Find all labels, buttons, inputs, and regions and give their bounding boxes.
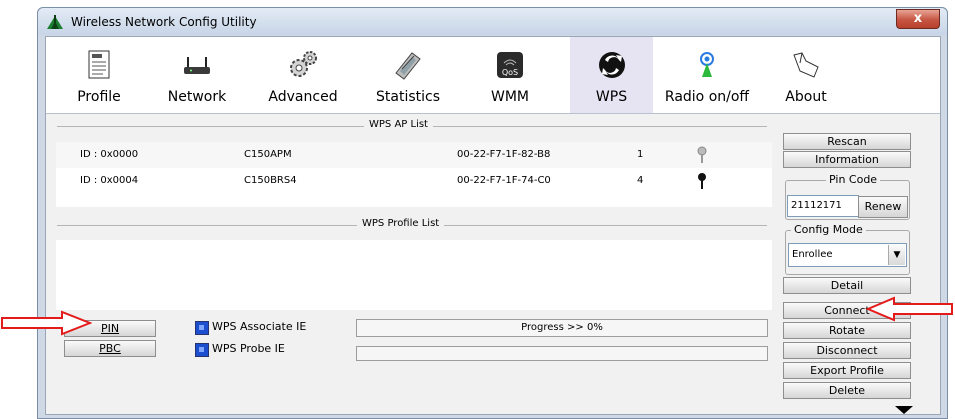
toolbar-label: Statistics [376, 89, 440, 105]
wps-icon [598, 52, 625, 78]
statistics-icon [395, 52, 421, 80]
toolbar-wps[interactable]: WPS [570, 37, 653, 113]
toolbar-statistics[interactable]: Statistics [368, 37, 448, 113]
ap-channel: 1 [637, 149, 644, 160]
wps-probe-ie-checkbox[interactable] [195, 343, 209, 357]
close-button[interactable]: x [896, 9, 940, 29]
scroll-down-icon[interactable] [895, 406, 913, 414]
annotation-arrow-right-icon [1, 310, 92, 336]
ap-channel: 4 [637, 175, 644, 186]
wps-ap-list[interactable]: ID : 0x0000 C150APM 00-22-F7-1F-82-B8 1 … [56, 142, 772, 207]
toolbar-label: About [785, 89, 827, 105]
wps-associate-ie-label: WPS Associate IE [212, 320, 307, 333]
wps-progress-bar: Progress >> 0% [356, 319, 768, 337]
chevron-down-icon[interactable]: ▼ [888, 245, 905, 265]
status-bar [356, 346, 768, 361]
wps-profile-list[interactable] [56, 240, 772, 310]
disconnect-button[interactable]: Disconnect [783, 342, 911, 359]
ap-id: ID : 0x0000 [80, 149, 139, 160]
wireless-app-icon [47, 15, 63, 29]
profile-icon [88, 50, 110, 79]
export-profile-button[interactable]: Export Profile [783, 362, 911, 379]
pin-code-field[interactable]: 21112171 [787, 195, 859, 217]
annotation-arrow-left-icon [866, 296, 953, 322]
profile-list-title: WPS Profile List [357, 218, 445, 229]
toolbar-wmm[interactable]: QoS WMM [470, 37, 550, 113]
wps-probe-ie-label: WPS Probe IE [212, 342, 285, 355]
table-row[interactable]: ID : 0x0004 C150BRS4 00-22-F7-1F-74-C0 4 [56, 168, 772, 194]
pbc-button[interactable]: PBC [64, 340, 156, 357]
rescan-button[interactable]: Rescan [783, 133, 911, 150]
toolbar-label: WMM [490, 89, 529, 105]
network-icon [184, 57, 210, 74]
toolbar-label: Advanced [268, 89, 338, 105]
wmm-qos-icon: QoS [497, 52, 523, 78]
toolbar-radio[interactable]: Radio on/off [658, 37, 756, 113]
delete-button[interactable]: Delete [783, 382, 911, 399]
toolbar-profile[interactable]: Profile [64, 37, 134, 113]
toolbar-label: Network [167, 89, 227, 105]
toolbar-label: WPS [595, 89, 628, 105]
toolbar-about[interactable]: About [773, 37, 839, 113]
wps-associate-ie-checkbox[interactable] [195, 321, 209, 335]
ap-id: ID : 0x0004 [80, 175, 139, 186]
detail-button[interactable]: Detail [783, 277, 911, 294]
ap-bssid: 00-22-F7-1F-82-B8 [457, 149, 551, 160]
table-row[interactable]: ID : 0x0000 C150APM 00-22-F7-1F-82-B8 1 [56, 142, 772, 168]
information-button[interactable]: Information [783, 151, 911, 168]
toolbar-label: Profile [77, 89, 121, 105]
toolbar-network[interactable]: Network [158, 37, 236, 113]
config-mode-select[interactable]: Enrollee ▼ [788, 243, 907, 267]
toolbar-advanced[interactable]: Advanced [260, 37, 346, 113]
window-title: Wireless Network Config Utility [71, 15, 257, 29]
radio-icon [700, 52, 714, 77]
rotate-button[interactable]: Rotate [783, 322, 911, 339]
main-toolbar: Profile Network Advanced Statistics QoS … [46, 37, 940, 114]
svg-text:QoS: QoS [502, 68, 518, 77]
toolbar-label: Radio on/off [664, 89, 750, 105]
config-mode-value: Enrollee [792, 249, 833, 260]
pin-code-legend: Pin Code [826, 173, 881, 186]
ap-ssid: C150BRS4 [244, 175, 297, 186]
title-bar[interactable]: Wireless Network Config Utility x [38, 8, 947, 35]
renew-button[interactable]: Renew [858, 196, 908, 218]
progress-text: Progress >> 0% [521, 322, 603, 333]
ap-bssid: 00-22-F7-1F-74-C0 [457, 175, 551, 186]
key-gray-icon [697, 146, 707, 163]
about-icon [793, 52, 819, 78]
key-black-icon [698, 173, 706, 189]
ap-ssid: C150APM [244, 149, 292, 160]
config-mode-legend: Config Mode [791, 223, 866, 236]
ap-list-title: WPS AP List [364, 119, 433, 130]
advanced-gears-icon [290, 51, 317, 77]
